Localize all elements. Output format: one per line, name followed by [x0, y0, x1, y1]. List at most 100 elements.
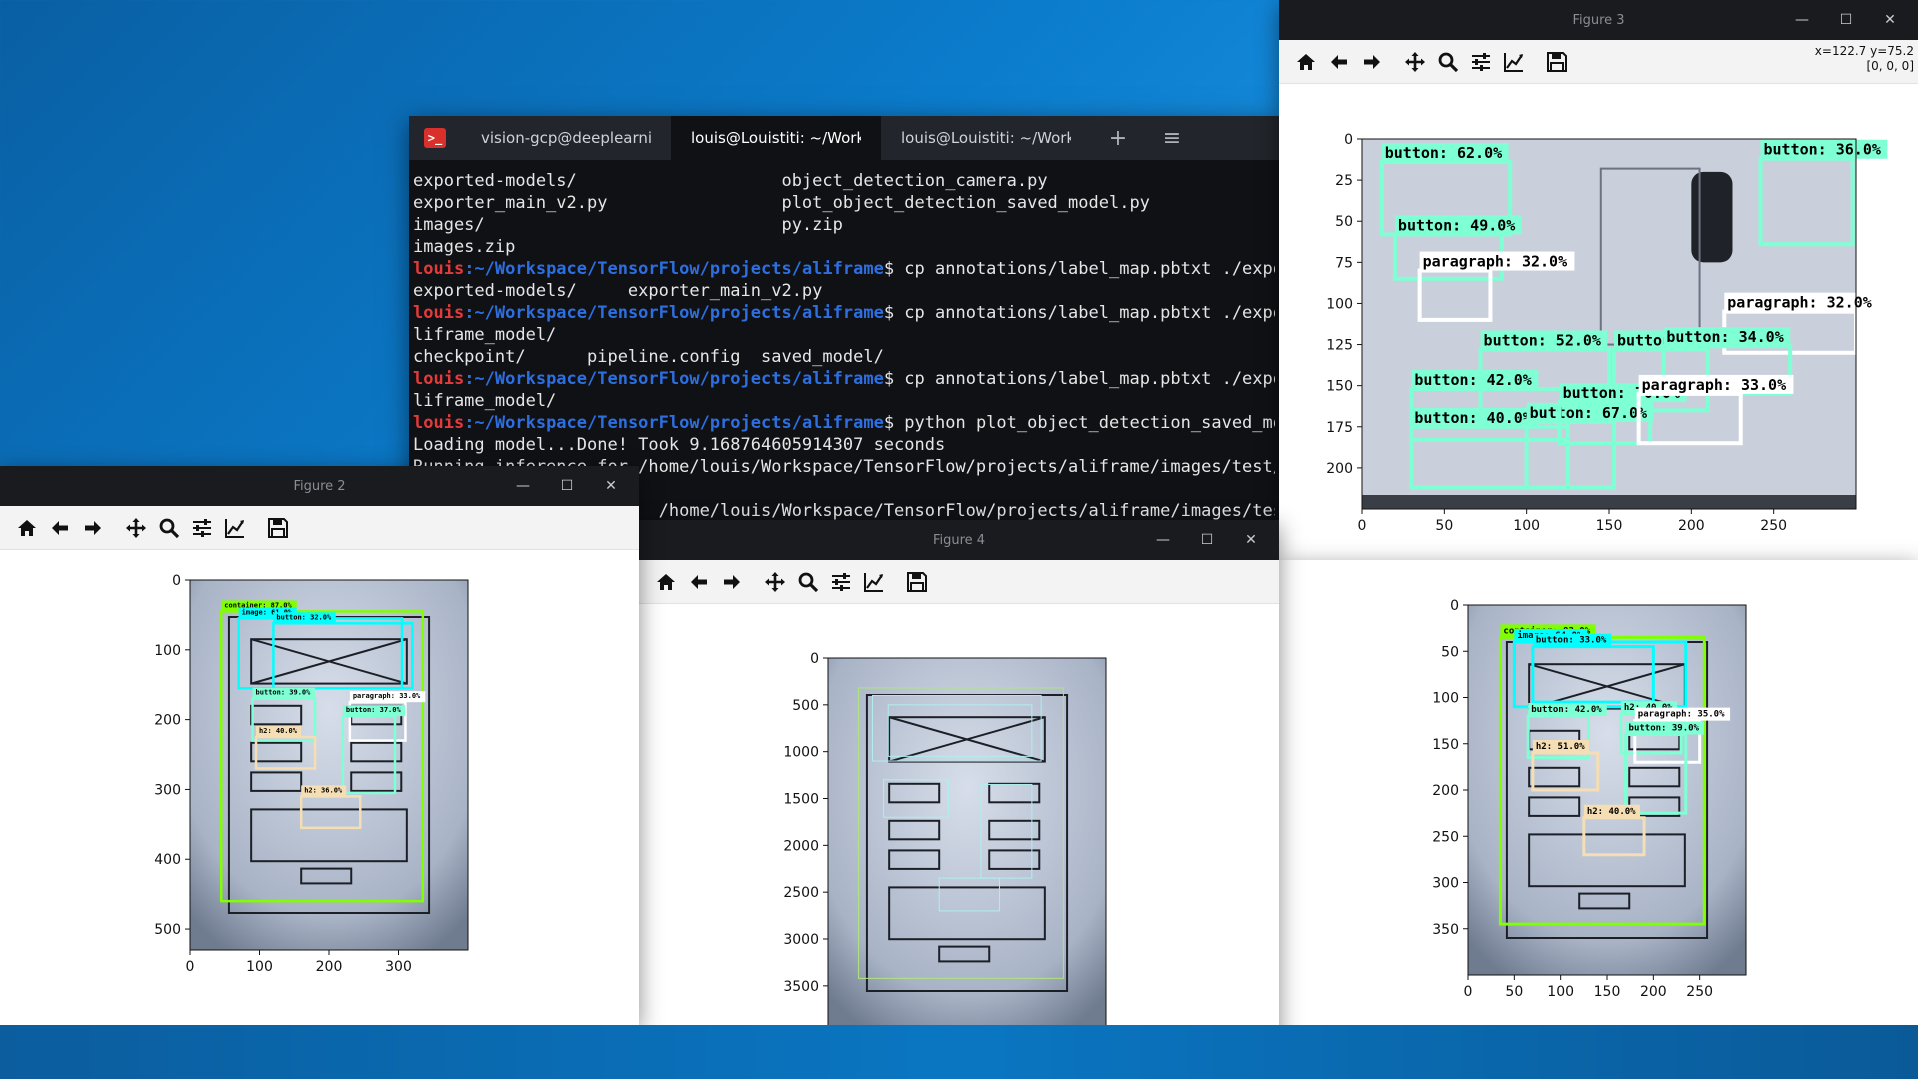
zoom-icon[interactable]: [154, 513, 184, 543]
figure-4-canvas[interactable]: 0500100015002000250005001000150020002500…: [639, 604, 1279, 1079]
prompt-path: :~/Workspace/TensorFlow/projects/alifram…: [464, 303, 884, 323]
terminal-menu-icon[interactable]: ≡: [1145, 116, 1199, 160]
minimize-button[interactable]: —: [1141, 532, 1185, 548]
edit-curve-icon[interactable]: [859, 567, 889, 597]
prompt-user: louis: [413, 413, 465, 433]
figure-5-canvas[interactable]: container: 83.0%image: 64.0%button: 33.0…: [1279, 560, 1918, 1025]
command-text: $ cp annotations/label_map.pbtxt ./expor…: [883, 369, 1275, 389]
maximize-button[interactable]: ☐: [545, 478, 589, 494]
figure-3-canvas[interactable]: button: 62.0% button: 49.0% paragraph: 32.…: [1279, 84, 1918, 560]
figure-4-plot[interactable]: 0500100015002000250005001000150020002500…: [639, 604, 1279, 1079]
terminal-tab-1[interactable]: vision-gcp@deeplearning-1-vm: ~: [461, 116, 671, 160]
figure-2-plot[interactable]: container: 87.0%image: 61.0%button: 32.0…: [0, 550, 639, 1025]
terminal-tab-3[interactable]: louis@Louistiti: ~/Workspace: [881, 116, 1091, 160]
detection-label: paragraph: 33.0%: [1642, 376, 1787, 394]
terminal-tab-label: louis@Louistiti: ~/Workspace: [901, 129, 1071, 147]
forward-arrow-icon[interactable]: [1357, 47, 1387, 77]
photo-tray: [1362, 495, 1856, 509]
save-icon[interactable]: [1542, 47, 1572, 77]
y-tick-label: 0: [1344, 132, 1353, 148]
figure-2-titlebar[interactable]: Figure 2 — ☐ ✕: [0, 466, 639, 506]
x-tick-label: 250: [1686, 984, 1713, 1000]
y-tick-label: 150: [1326, 379, 1353, 395]
y-tick-label: 500: [154, 922, 181, 938]
terminal-tab-2[interactable]: louis@Louistiti: ~/Workspace: [671, 116, 881, 160]
home-icon[interactable]: [12, 513, 42, 543]
edit-curve-icon[interactable]: [220, 513, 250, 543]
x-tick-label: 0: [1358, 518, 1367, 534]
figure-3-titlebar[interactable]: Figure 3 — ☐ ✕: [1279, 0, 1918, 40]
figure-4-window[interactable]: Figure 4 — ☐ ✕ 0500100015002000250005001…: [639, 520, 1279, 1079]
maximize-button[interactable]: ☐: [1824, 12, 1868, 28]
home-icon[interactable]: [651, 567, 681, 597]
home-icon[interactable]: [1291, 47, 1321, 77]
prompt-path: :~/Workspace/TensorFlow/projects/alifram…: [464, 369, 884, 389]
command-text: $ python plot_object_detection_saved_mod…: [883, 413, 1275, 433]
x-tick-label: 100: [1513, 518, 1540, 534]
y-tick-label: 1000: [783, 745, 819, 761]
close-button[interactable]: ✕: [1229, 532, 1273, 548]
window-controls: — ☐ ✕: [501, 466, 633, 506]
y-tick-label: 175: [1326, 420, 1353, 436]
back-arrow-icon[interactable]: [45, 513, 75, 543]
zoom-icon[interactable]: [793, 567, 823, 597]
terminal-output-line: checkpoint/ pipeline.config saved_model/: [413, 347, 884, 367]
detection-label: button: 42.0%: [1531, 705, 1602, 715]
minimize-button[interactable]: —: [501, 478, 545, 494]
zoom-icon[interactable]: [1433, 47, 1463, 77]
x-tick-label: 200: [1678, 518, 1705, 534]
y-tick-label: 50: [1441, 644, 1459, 660]
figure-5-plot[interactable]: container: 83.0%image: 64.0%button: 33.0…: [1279, 560, 1918, 1025]
cursor-coordinate-readout: x=122.7 y=75.2 [0, 0, 0]: [1815, 44, 1914, 74]
x-tick-label: 150: [1594, 984, 1621, 1000]
figure-4-titlebar[interactable]: Figure 4 — ☐ ✕: [639, 520, 1279, 560]
y-tick-label: 2000: [783, 838, 819, 854]
x-tick-label: 50: [1435, 518, 1453, 534]
minimize-button[interactable]: —: [1780, 12, 1824, 28]
detection-label: button: 40.0%: [1414, 409, 1531, 427]
close-button[interactable]: ✕: [1868, 12, 1912, 28]
figure-3-window[interactable]: Figure 3 — ☐ ✕ x=122.7 y=75.2 [0, 0, 0] …: [1279, 0, 1918, 560]
save-icon[interactable]: [263, 513, 293, 543]
figure-2-canvas[interactable]: container: 87.0% image: 61.0% button: 32.0…: [0, 550, 639, 1025]
edit-curve-icon[interactable]: [1499, 47, 1529, 77]
terminal-app-icon[interactable]: >_: [409, 116, 461, 160]
y-tick-label: 500: [792, 698, 819, 714]
figure-3-plot[interactable]: button: 62.0% button: 49.0% paragraph: 32.…: [1279, 84, 1918, 560]
pan-icon[interactable]: [760, 567, 790, 597]
new-tab-button[interactable]: +: [1091, 116, 1145, 160]
photo-sketch: [828, 658, 1106, 1028]
detection-label: button: 67.0%: [1530, 404, 1647, 422]
terminal-output-line: images/ py.zip: [413, 215, 843, 235]
detection-label: paragraph: 32.0%: [1423, 253, 1568, 271]
subplots-icon[interactable]: [187, 513, 217, 543]
subplots-icon[interactable]: [1466, 47, 1496, 77]
y-tick-label: 200: [154, 713, 181, 729]
detection-label: paragraph: 33.0%: [353, 692, 421, 700]
forward-arrow-icon[interactable]: [78, 513, 108, 543]
prompt-user: louis: [413, 303, 465, 323]
detection-label: h2: 36.0%: [304, 786, 343, 794]
figure-5-window[interactable]: container: 83.0%image: 64.0%button: 33.0…: [1279, 560, 1918, 1025]
detection-label: button: 34.0%: [1666, 328, 1783, 346]
y-tick-label: 200: [1432, 783, 1459, 799]
terminal-tabbar: >_ vision-gcp@deeplearning-1-vm: ~ louis…: [409, 116, 1279, 160]
pan-icon[interactable]: [121, 513, 151, 543]
forward-arrow-icon[interactable]: [717, 567, 747, 597]
terminal-output-line: exporter_main_v2.py plot_object_detectio…: [413, 193, 1150, 213]
save-icon[interactable]: [902, 567, 932, 597]
back-arrow-icon[interactable]: [684, 567, 714, 597]
pan-icon[interactable]: [1400, 47, 1430, 77]
subplots-icon[interactable]: [826, 567, 856, 597]
y-tick-label: 100: [154, 643, 181, 659]
figure-2-window[interactable]: Figure 2 — ☐ ✕ container: 87.0% image: 61…: [0, 466, 639, 1025]
maximize-button[interactable]: ☐: [1185, 532, 1229, 548]
terminal-output-line: exported-models/ object_detection_camera…: [413, 171, 1048, 191]
detection-label: button: 52.0%: [1484, 331, 1601, 349]
x-tick-label: 50: [1505, 984, 1523, 1000]
y-tick-label: 100: [1432, 691, 1459, 707]
photo-background: [1362, 139, 1856, 509]
back-arrow-icon[interactable]: [1324, 47, 1354, 77]
close-button[interactable]: ✕: [589, 478, 633, 494]
y-tick-label: 100: [1326, 296, 1353, 312]
